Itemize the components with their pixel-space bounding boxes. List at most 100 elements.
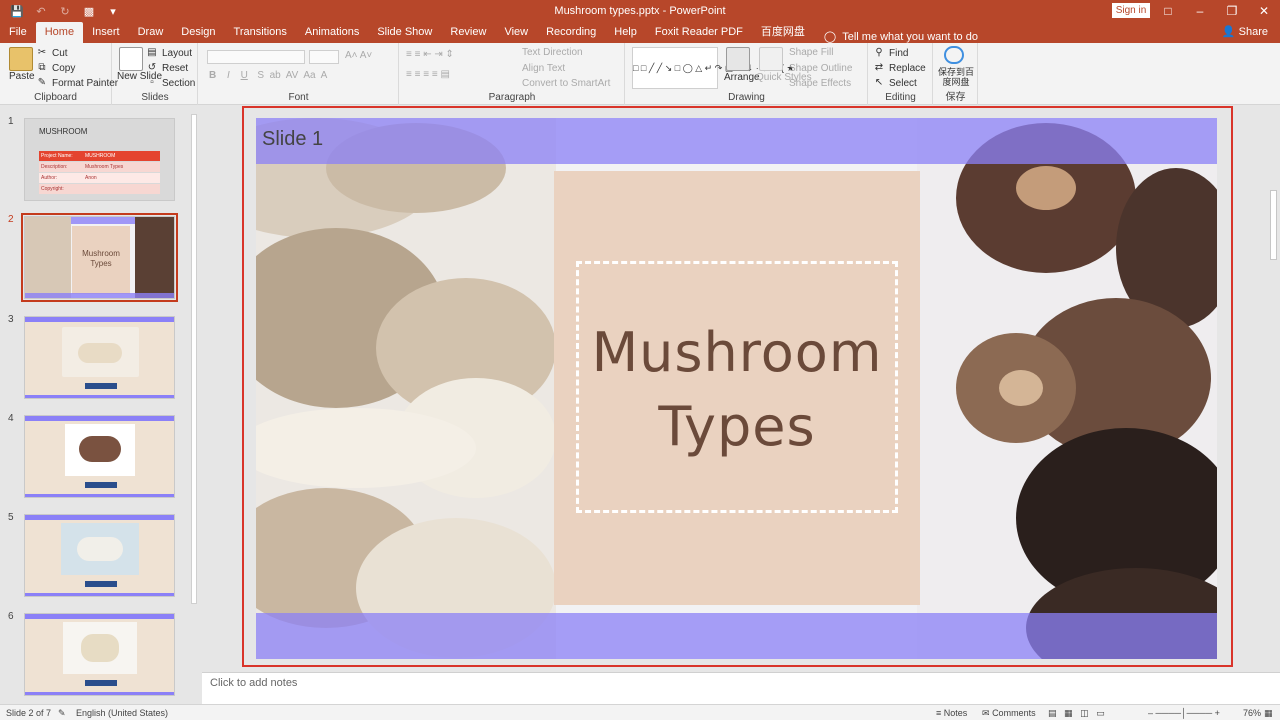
align-text-button[interactable]: Align Text xyxy=(522,63,565,74)
slide-title-line-1[interactable]: Mushroom xyxy=(554,321,920,384)
restore-icon[interactable]: ❐ xyxy=(1216,0,1248,22)
normal-view-icon[interactable]: ▤ xyxy=(1048,708,1057,718)
tab-animations[interactable]: Animations xyxy=(296,22,368,43)
scrollbar-thumb[interactable] xyxy=(191,114,197,604)
reset-button[interactable]: ↺ Reset xyxy=(146,62,188,74)
tab-recording[interactable]: Recording xyxy=(537,22,605,43)
tab-baidu[interactable]: 百度网盘 xyxy=(752,22,814,43)
tab-file[interactable]: File xyxy=(0,22,36,43)
thumb-band-top xyxy=(25,317,174,322)
format-painter-button[interactable]: ✎ Format Painter xyxy=(36,77,118,89)
baidu-save-button[interactable]: 保存到百度网盘 xyxy=(936,67,976,87)
minimize-icon[interactable]: – xyxy=(1184,0,1216,22)
editor-scrollbar[interactable] xyxy=(1268,106,1280,672)
font-format-buttons[interactable]: B I U S ab AV Aa A xyxy=(209,70,327,81)
thumbnail-scrollbar[interactable] xyxy=(189,106,199,704)
sign-in-button[interactable]: Sign in xyxy=(1112,3,1150,18)
spellcheck-icon[interactable]: ✎ xyxy=(58,708,66,719)
tell-me-search[interactable]: ◯ Tell me what you want to do xyxy=(814,30,978,44)
slide-thumbnail-5[interactable] xyxy=(24,514,175,597)
tab-view[interactable]: View xyxy=(495,22,537,43)
thumb1-cell: Description: xyxy=(41,164,68,170)
thumb-photo xyxy=(62,327,139,377)
slide-label[interactable]: Slide 1 xyxy=(262,128,323,151)
replace-button[interactable]: ⇄ Replace xyxy=(873,62,926,74)
fit-slide-icon[interactable]: ▦ xyxy=(1264,708,1273,719)
convert-smartart-button[interactable]: Convert to SmartArt xyxy=(522,78,610,89)
tab-foxit[interactable]: Foxit Reader PDF xyxy=(646,22,752,43)
save-icon[interactable]: 💾 xyxy=(10,5,24,18)
comments-button[interactable]: ✉ Comments xyxy=(982,708,1036,719)
title-panel[interactable]: Mushroom Types xyxy=(554,171,920,605)
zoom-slider[interactable]: – ────│──── + xyxy=(1148,708,1220,718)
customize-qat-icon[interactable]: ▾ xyxy=(106,5,120,18)
thumb2-photo-right xyxy=(135,217,174,298)
notes-pane[interactable]: Click to add notes xyxy=(202,672,1280,704)
thumb1-cell: Copyright: xyxy=(41,186,64,192)
font-label: Font xyxy=(288,92,309,103)
quick-access-toolbar: 💾 ↶ ↻ ▩ ▾ xyxy=(0,5,120,18)
redo-icon[interactable]: ↻ xyxy=(58,5,72,18)
slides-group: New Slide ▤ Layout ↺ Reset ▫ Section Slides xyxy=(113,43,198,105)
find-button[interactable]: ⚲ Find xyxy=(873,47,908,59)
text-direction-button[interactable]: Text Direction xyxy=(522,47,583,58)
slide-title-line-2[interactable]: Types xyxy=(554,395,920,458)
arrange-icon[interactable] xyxy=(726,47,750,71)
undo-icon[interactable]: ↶ xyxy=(34,5,48,18)
slide-sorter-icon[interactable]: ▦ xyxy=(1064,708,1073,718)
slide-thumbnail-panel: 1 MUSHROOM Project Name: MUSHROOM Descrip… xyxy=(0,106,200,704)
tab-home[interactable]: Home xyxy=(35,22,84,43)
close-icon[interactable]: ✕ xyxy=(1248,0,1280,22)
current-slide[interactable]: Slide 1 Mushroom Types xyxy=(256,118,1217,659)
copy-button[interactable]: ⧉ Copy xyxy=(36,62,75,74)
language-status[interactable]: English (United States) xyxy=(76,708,168,718)
view-buttons[interactable]: ▤ ▦ ◫ ▭ xyxy=(1048,708,1105,719)
tab-design[interactable]: Design xyxy=(172,22,224,43)
reading-view-icon[interactable]: ◫ xyxy=(1080,708,1089,718)
shape-outline-button[interactable]: Shape Outline xyxy=(789,63,852,74)
paste-icon[interactable] xyxy=(9,47,33,71)
share-button[interactable]: 👤 Share xyxy=(1222,22,1268,43)
notes-placeholder[interactable]: Click to add notes xyxy=(210,677,297,689)
cut-button[interactable]: ✂ Cut xyxy=(36,47,68,59)
font-size-buttons[interactable]: A˄ A˅ xyxy=(345,50,372,61)
quick-styles-icon[interactable] xyxy=(759,47,783,71)
font-size-dropdown[interactable] xyxy=(309,50,339,64)
tab-transitions[interactable]: Transitions xyxy=(225,22,296,43)
tab-help[interactable]: Help xyxy=(605,22,646,43)
font-name-dropdown[interactable] xyxy=(207,50,305,64)
thumb1-row-2: Description: Mushroom Types xyxy=(39,162,160,172)
shape-effects-button[interactable]: Shape Effects xyxy=(789,78,851,89)
slide-thumbnail-6[interactable] xyxy=(24,613,175,696)
cloud-icon[interactable] xyxy=(944,46,964,64)
slide-thumbnail-4[interactable] xyxy=(24,415,175,498)
new-slide-icon[interactable] xyxy=(119,47,143,71)
tab-review[interactable]: Review xyxy=(441,22,495,43)
layout-button[interactable]: ▤ Layout xyxy=(146,47,192,59)
select-button[interactable]: ↖ Select xyxy=(873,77,917,89)
zoom-level[interactable]: 76% xyxy=(1243,708,1261,718)
scrollbar-thumb[interactable] xyxy=(1270,190,1277,260)
mushroom-image xyxy=(79,436,121,462)
slideshow-view-icon[interactable]: ▭ xyxy=(1096,708,1105,718)
slide-thumbnail-1[interactable]: MUSHROOM Project Name: MUSHROOM Descripti… xyxy=(24,118,175,201)
notes-button[interactable]: ≡ Notes xyxy=(936,708,967,718)
shapes-gallery[interactable]: □ □ ╱ ╱ ↘ □ ◯ △ ↵ ↷ ▢ ⇒ ⇩ ∙ ⊗ ↗ { ★ xyxy=(632,47,795,89)
slide-thumbnail-2[interactable]: Mushroom Types xyxy=(21,213,178,302)
arrange-button[interactable]: Arrange xyxy=(724,72,760,83)
ribbon-display-icon[interactable]: □ xyxy=(1152,0,1184,22)
shape-fill-button[interactable]: Shape Fill xyxy=(789,47,833,58)
tab-slide-show[interactable]: Slide Show xyxy=(368,22,441,43)
slide-thumbnail-3[interactable] xyxy=(24,316,175,399)
slide-number: 5 xyxy=(8,512,14,523)
paste-button[interactable]: Paste xyxy=(9,71,35,82)
thumb2-photo-left xyxy=(25,217,71,298)
alignment-buttons[interactable]: ≡ ≡ ≡ ≡ ▤ xyxy=(406,69,450,80)
thumb1-row-3: Author: Anon xyxy=(39,173,160,183)
tab-insert[interactable]: Insert xyxy=(83,22,129,43)
section-button[interactable]: ▫ Section xyxy=(146,77,195,89)
slideshow-icon[interactable]: ▩ xyxy=(82,5,96,18)
list-buttons[interactable]: ≡ ≡ ⇤ ⇥ ⇕ xyxy=(406,49,454,60)
thumb1-title: MUSHROOM xyxy=(39,127,88,136)
tab-draw[interactable]: Draw xyxy=(129,22,173,43)
